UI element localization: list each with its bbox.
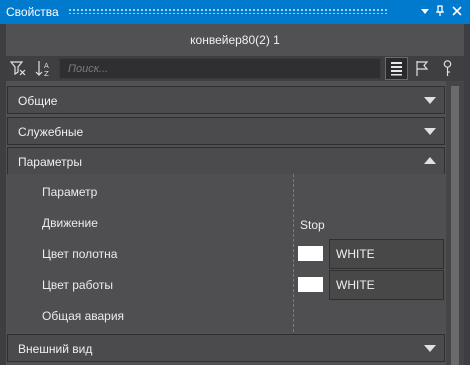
properties-panel: конвейер80(2) 1 A Z Поиск... Общие Служе…: [6, 24, 464, 365]
section-parameters[interactable]: Параметры: [7, 147, 445, 175]
flag-button[interactable]: [410, 57, 433, 80]
title-bar[interactable]: Свойства: [0, 0, 470, 24]
drag-grip[interactable]: [68, 8, 388, 14]
section-general[interactable]: Общие: [7, 86, 445, 114]
sort-button[interactable]: A Z: [33, 57, 56, 80]
property-name: Параметр: [42, 185, 98, 199]
key-icon: [443, 60, 452, 76]
pin-icon[interactable]: [433, 4, 447, 18]
section-label: Параметры: [18, 155, 82, 169]
filter-button[interactable]: [7, 57, 30, 80]
chevron-down-icon: [424, 97, 436, 104]
section-label: Служебные: [18, 125, 84, 139]
settings-button[interactable]: [436, 57, 459, 80]
object-name-label: конвейер80(2) 1: [6, 24, 464, 57]
properties-window: Свойства конвейер80(2) 1 A Z Поиск... Об…: [0, 0, 470, 365]
list-view-button[interactable]: [385, 57, 408, 80]
svg-text:A: A: [44, 62, 49, 70]
svg-text:Z: Z: [44, 70, 49, 78]
property-name: Цвет работы: [42, 278, 113, 292]
color-value-field[interactable]: WHITE: [329, 239, 444, 269]
property-name: Общая авария: [42, 309, 125, 323]
color-swatch[interactable]: [298, 246, 323, 261]
list-icon: [391, 62, 402, 76]
flag-icon: [416, 61, 429, 76]
color-value-field[interactable]: WHITE: [329, 270, 444, 300]
parameters-grid: Параметр Движение Stop Цвет полотна WHIT…: [7, 174, 445, 332]
section-service[interactable]: Служебные: [7, 117, 445, 145]
search-input[interactable]: Поиск...: [59, 58, 381, 79]
chevron-up-icon: [424, 157, 436, 164]
properties-toolbar: A Z Поиск...: [6, 56, 464, 81]
filter-icon: [9, 61, 26, 76]
chevron-down-icon: [424, 345, 436, 352]
color-swatch[interactable]: [298, 277, 323, 292]
window-title: Свойства: [6, 5, 59, 19]
section-label: Общие: [18, 94, 58, 108]
chevron-down-icon: [424, 128, 436, 135]
section-label: Внешний вид: [18, 342, 93, 356]
dropdown-icon[interactable]: [418, 4, 432, 18]
sort-icon: A Z: [35, 61, 49, 78]
section-appearance[interactable]: Внешний вид: [7, 334, 445, 362]
close-icon[interactable]: [450, 4, 464, 18]
property-name: Движение: [42, 216, 98, 230]
property-name: Цвет полотна: [42, 247, 118, 261]
property-value[interactable]: Stop: [300, 218, 325, 232]
scrollbar-thumb[interactable]: [451, 86, 459, 365]
column-splitter[interactable]: [293, 174, 294, 332]
